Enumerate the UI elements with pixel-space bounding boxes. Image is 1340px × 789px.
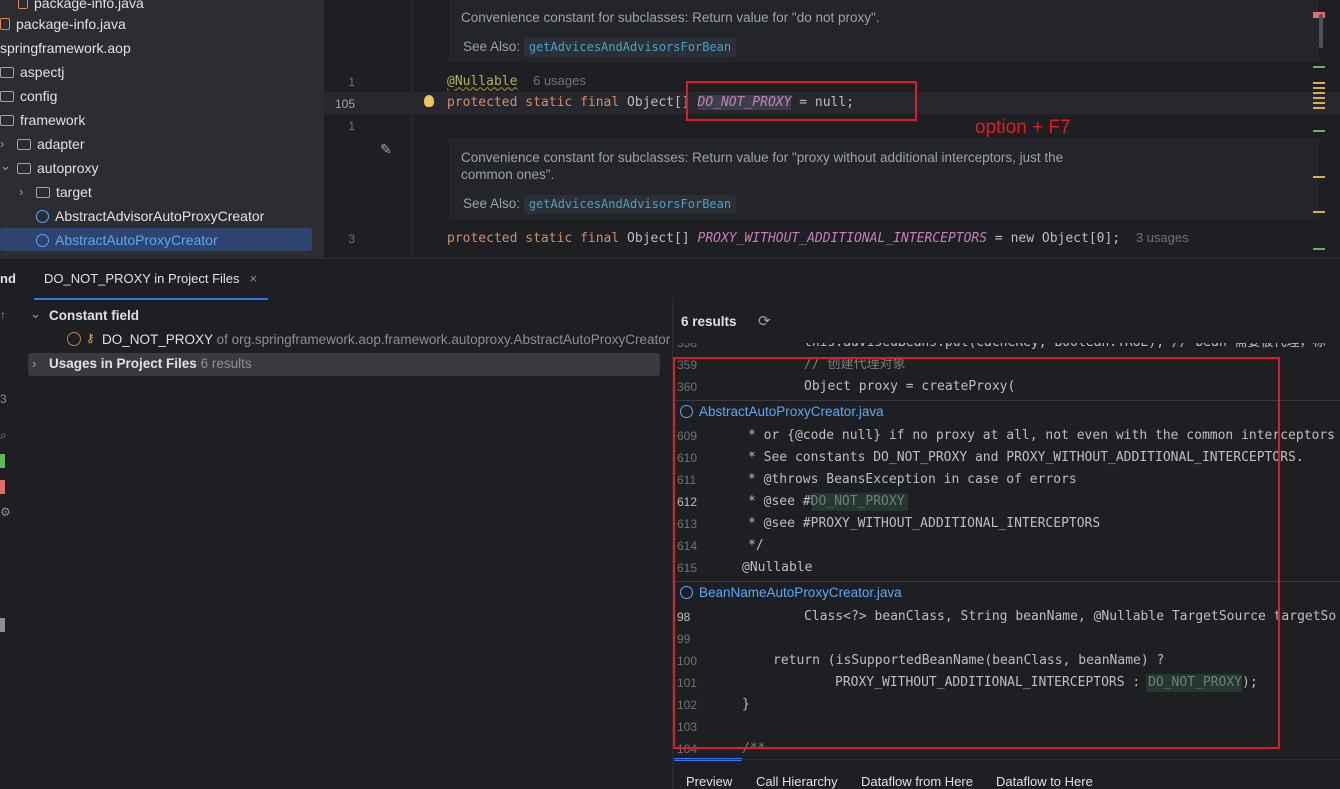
pin-icon[interactable]: ↑ [0,308,6,322]
tree-item-autoproxy[interactable]: autoproxy [17,157,98,179]
warning-marker[interactable] [1313,176,1325,178]
project-tree: package-info.java package-info.java spri… [0,0,324,258]
package-icon [0,115,14,126]
chevron-right-icon[interactable]: › [0,136,4,151]
group-constant-field[interactable]: Constant field [49,308,139,323]
java-file-icon [0,18,10,30]
code-line-last: protected static final Object[] PROXY_WI… [447,230,1189,246]
change-marker[interactable] [1313,248,1325,250]
key-icon: ⚷ [86,331,95,345]
toolbar-icon[interactable]: 3 [0,392,7,406]
edit-pencil-icon[interactable]: ✎ [380,141,392,158]
tree-item-target[interactable]: target [36,181,92,203]
usages-tree: ↑ 3 ⌕ ⚙ ⌄ Constant field ⚷ DO_NOT_PROXY … [0,300,672,789]
chevron-down-icon[interactable]: ⌄ [30,306,41,322]
preview-pane: 6 results ⟳ 358this.advisedBeans.put(cac… [672,300,1340,789]
shortcut-annotation: option + F7 [975,117,1071,138]
refresh-icon[interactable]: ⟳ [758,312,771,330]
editor-scrollbar[interactable] [1319,14,1323,48]
warning-marker[interactable] [1313,82,1325,110]
package-icon [17,163,31,174]
gutter-divider [412,0,413,258]
chevron-down-icon[interactable]: ⌄ [0,158,11,174]
constant-field-icon [67,332,81,346]
results-count: 6 results [681,314,737,329]
tree-item-aspectj[interactable]: aspectj [0,61,64,83]
tree-item-springframework-aop[interactable]: springframework.aop [0,37,131,59]
settings-icon[interactable]: ⚙ [0,505,11,519]
package-icon [17,139,31,150]
code-editor[interactable]: Convenience constant for subclasses: Ret… [324,0,1340,258]
tree-item-package-info-1[interactable]: package-info.java [18,0,144,14]
line-number: 3 [348,232,355,246]
lightbulb-icon[interactable] [424,95,434,107]
package-icon [0,91,14,102]
tree-item-adapter[interactable]: adapter [17,133,84,155]
chevron-right-icon[interactable]: › [19,184,23,199]
line-number: 1 [348,75,355,89]
tab-dataflow-from-here[interactable]: Dataflow from Here [861,774,973,789]
see-also-link-2[interactable]: getAdvicesAndAdvisorsForBean [523,195,737,214]
package-icon [0,67,14,78]
constant-field-item[interactable]: DO_NOT_PROXY of org.springframework.aop.… [102,332,670,347]
highlight-box-editor [686,81,917,121]
tree-item-package-info-2[interactable]: package-info.java [0,13,126,35]
line-number: 105 [334,97,355,111]
doc-text-1: Convenience constant for subclasses: Ret… [461,10,880,25]
group-usages[interactable]: Usages in Project Files 6 results [49,356,252,371]
doc-text-2: Convenience constant for subclasses: Ret… [461,150,1064,182]
chevron-right-icon[interactable]: › [32,356,36,371]
close-icon[interactable]: × [250,271,258,286]
annotation-line: @Nullable 6 usages [447,73,586,89]
package-icon [36,187,50,198]
change-marker[interactable] [1313,66,1325,68]
bottom-tabs-divider [672,759,1340,760]
warning-marker[interactable] [1313,211,1325,213]
tree-item-framework[interactable]: framework [0,109,85,131]
class-icon [36,210,49,223]
search-icon[interactable]: ⌕ [0,428,7,443]
tree-item-abstract-advisor-auto-proxy-creator[interactable]: AbstractAdvisorAutoProxyCreator [36,205,264,227]
find-tool-label: nd [0,271,16,286]
layout-icon[interactable] [0,618,5,632]
find-toolbar: nd DO_NOT_PROXY in Project Files × [0,258,1340,301]
preview-line: 358this.advisedBeans.put(cacheKey, Boole… [677,343,1325,350]
change-marker[interactable] [1313,130,1325,132]
tab-find-results[interactable]: DO_NOT_PROXY in Project Files × [44,265,257,293]
highlight-box-preview [673,357,1280,749]
stop-icon[interactable] [0,480,5,494]
tree-item-config[interactable]: config [0,85,57,107]
line-number: 1 [348,119,355,133]
tab-dataflow-to-here[interactable]: Dataflow to Here [996,774,1093,789]
run-icon[interactable] [0,454,5,468]
tab-call-hierarchy[interactable]: Call Hierarchy [756,774,838,789]
see-also-1: See Also: getAdvicesAndAdvisorsForBean [463,38,737,57]
see-also-link-1[interactable]: getAdvicesAndAdvisorsForBean [523,38,737,57]
see-also-2: See Also: getAdvicesAndAdvisorsForBean [463,195,737,214]
tree-item-abstract-auto-proxy-creator[interactable]: AbstractAutoProxyCreator [36,229,218,251]
class-icon [36,234,49,247]
tab-preview[interactable]: Preview [686,774,732,789]
java-file-icon [18,0,28,9]
